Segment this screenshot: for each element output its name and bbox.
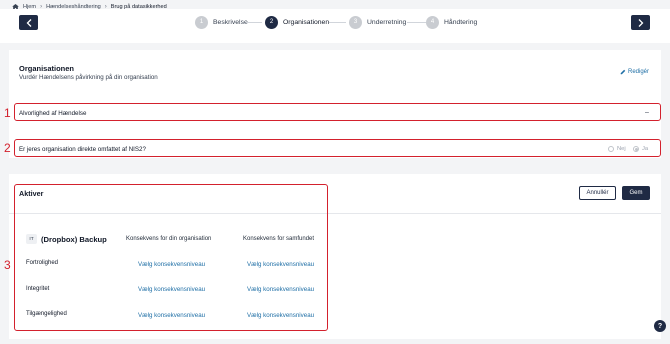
radio-ja[interactable]: Ja — [633, 146, 648, 152]
severity-label: Alvorlighed af Hændelse — [19, 110, 87, 117]
select-level-link[interactable]: Vælg konsekvensniveau — [247, 261, 314, 268]
step-organisationen[interactable]: 2 Organisationen — [265, 15, 329, 29]
select-level-link[interactable]: Vælg konsekvensniveau — [247, 312, 314, 319]
assets-title: Aktiver — [19, 189, 44, 198]
severity-accordion[interactable] — [14, 103, 661, 121]
section-title: Organisationen — [19, 64, 75, 73]
chevron-right-icon — [638, 18, 643, 27]
step-handtering[interactable]: 4 Håndtering — [426, 15, 477, 29]
radio-label: Ja — [642, 146, 649, 152]
step-number: 1 — [195, 15, 208, 29]
step-beskrivelse[interactable]: 1 Beskrivelse — [195, 15, 248, 29]
select-level-link[interactable]: Vælg konsekvensniveau — [138, 312, 205, 319]
save-button[interactable]: Gem — [622, 186, 650, 200]
edit-link[interactable]: Redigér — [620, 69, 649, 75]
asset-type-badge: IT — [26, 234, 37, 244]
step-label: Organisationen — [283, 18, 330, 26]
select-level-link[interactable]: Vælg konsekvensniveau — [138, 261, 205, 268]
section-subtitle: Vurdér Hændelsens påvirkning på din orga… — [19, 74, 158, 81]
step-number: 2 — [265, 15, 278, 29]
column-header-organisation: Konsekvens for din organisation — [126, 236, 212, 242]
collapse-icon[interactable]: – — [645, 109, 649, 116]
pencil-icon — [620, 69, 626, 75]
row-label-tilgaengelighed: Tilgængelighed — [26, 311, 67, 317]
step-connector — [407, 22, 426, 23]
step-connector — [246, 22, 262, 23]
asset-name: (Dropbox) Backup — [41, 235, 107, 244]
select-level-link[interactable]: Vælg konsekvensniveau — [138, 286, 205, 293]
annotation-marker: 1 — [4, 106, 11, 120]
step-label: Underretning — [367, 18, 407, 26]
help-icon[interactable]: ? — [654, 320, 666, 332]
step-label: Håndtering — [444, 18, 478, 26]
column-header-society: Konsekvens for samfundet — [243, 236, 315, 242]
step-number: 3 — [349, 15, 362, 29]
select-level-link[interactable]: Vælg konsekvensniveau — [247, 286, 314, 293]
row-label-integritet: Integritet — [26, 286, 50, 292]
step-underretning[interactable]: 3 Underretning — [349, 15, 406, 29]
radio-circle-icon — [608, 146, 614, 152]
chevron-left-icon — [26, 18, 31, 27]
next-button[interactable] — [631, 15, 650, 30]
step-number: 4 — [426, 15, 439, 29]
annotation-marker: 2 — [4, 141, 11, 155]
assets-highlight — [14, 184, 328, 331]
edit-label: Redigér — [628, 69, 650, 75]
nis2-question: Er jeres organisation direkte omfattet a… — [19, 146, 146, 153]
cancel-button[interactable]: Annullér — [579, 186, 616, 200]
radio-label: Nej — [617, 146, 626, 152]
step-label: Beskrivelse — [213, 18, 248, 26]
previous-button[interactable] — [19, 15, 38, 30]
radio-selected-icon — [633, 146, 639, 152]
radio-nej[interactable]: Nej — [608, 146, 626, 152]
stepper-bar: 1 Beskrivelse 2 Organisationen 3 Underre… — [0, 9, 670, 43]
row-label-fortrolighed: Fortrolighed — [26, 260, 59, 266]
annotation-marker: 3 — [4, 258, 11, 272]
step-connector — [329, 22, 346, 23]
